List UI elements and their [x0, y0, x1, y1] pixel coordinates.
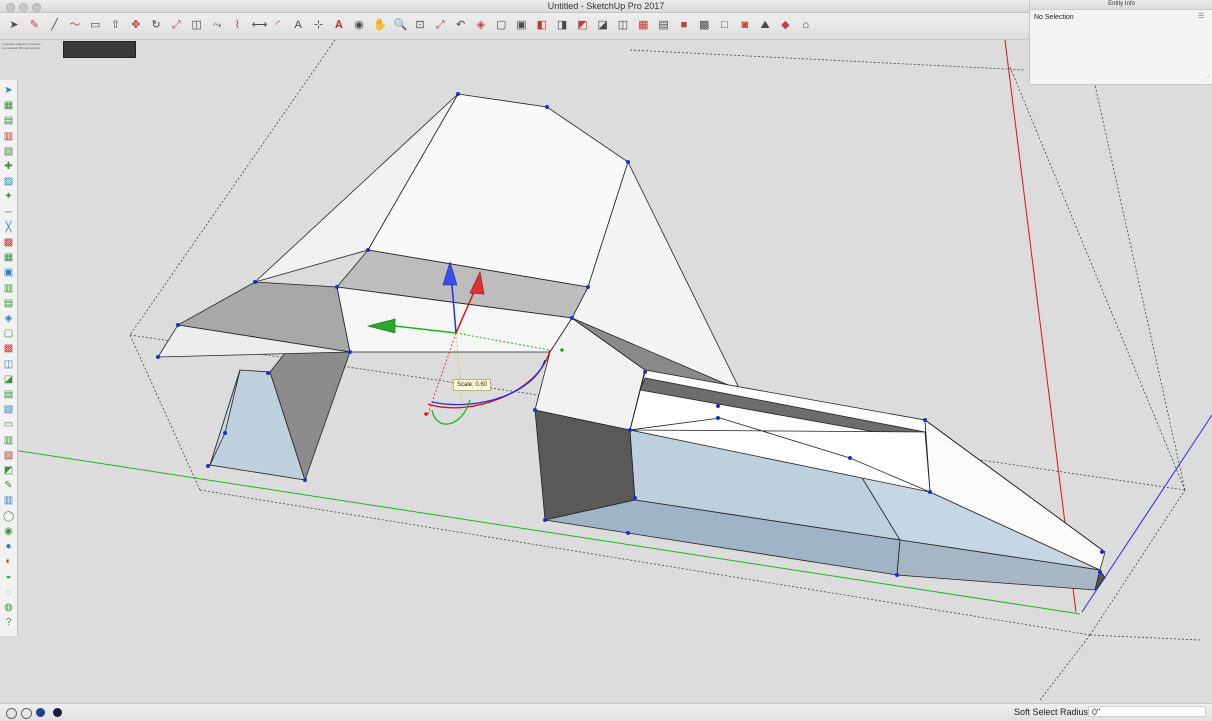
move-icon[interactable]: ✥: [130, 19, 142, 31]
instructor-thumbnail: [63, 41, 136, 58]
sandbox-icon[interactable]: ⛰: [759, 19, 771, 31]
offset-icon[interactable]: ◫: [191, 19, 203, 31]
left-tool-30-icon[interactable]: ◉: [3, 526, 14, 537]
freehand-icon[interactable]: 〜: [69, 19, 81, 31]
left-tool-18-icon[interactable]: ▩: [3, 343, 14, 354]
text-icon[interactable]: A: [292, 19, 304, 31]
monochrome-icon[interactable]: □: [719, 19, 731, 31]
component-icon[interactable]: ⌂: [800, 19, 812, 31]
orbit-icon[interactable]: ◉: [353, 19, 365, 31]
viewport-canvas[interactable]: [0, 0, 1212, 720]
left-tool-10-icon[interactable]: ╳: [3, 222, 14, 233]
rectangle-icon[interactable]: ▭: [89, 19, 101, 31]
entity-info-panel: Entity Info No Selection ☰ ⋰: [1029, 0, 1212, 85]
left-tool-14-icon[interactable]: ▥: [3, 283, 14, 294]
scale-icon[interactable]: ⤢: [170, 19, 182, 31]
left-tool-17-icon[interactable]: ▢: [3, 328, 14, 339]
status-bar: Soft Select Radius 0": [0, 703, 1212, 721]
right-view-icon[interactable]: ◧: [536, 19, 548, 31]
left-tool-32-icon[interactable]: ◐: [3, 556, 14, 567]
geo-location-icon[interactable]: [6, 708, 17, 719]
left-tool-36-icon[interactable]: ?: [3, 617, 14, 628]
pan-icon[interactable]: ✋: [373, 19, 387, 31]
push-pull-icon[interactable]: ⇧: [110, 19, 122, 31]
xray-icon[interactable]: ◪: [597, 19, 609, 31]
left-tool-34-icon[interactable]: ◌: [3, 587, 14, 598]
left-tool-4-icon[interactable]: ▥: [3, 131, 14, 142]
axes-icon[interactable]: ⊹: [313, 19, 325, 31]
left-tool-3-icon[interactable]: ▤: [3, 115, 14, 126]
protractor-icon[interactable]: ◜: [272, 19, 284, 31]
dimension-icon[interactable]: ⟷: [252, 19, 268, 31]
left-tool-9-icon[interactable]: ─: [3, 207, 14, 218]
left-tool-27-icon[interactable]: ✎: [3, 480, 14, 491]
scale-tooltip: Scale: 0.60: [453, 379, 492, 391]
entity-info-title: Entity Info: [1030, 0, 1212, 10]
left-tool-24-icon[interactable]: ▥: [3, 435, 14, 446]
left-tool-11-icon[interactable]: ▩: [3, 237, 14, 248]
left-tool-35-icon[interactable]: ◍: [3, 602, 14, 613]
zoom-window-icon[interactable]: ⊡: [414, 19, 426, 31]
left-tool-7-icon[interactable]: ▨: [3, 176, 14, 187]
left-tool-33-icon[interactable]: ◒: [3, 571, 14, 582]
zoom-extents-icon[interactable]: ⤢: [434, 19, 446, 31]
shaded-icon[interactable]: ■: [678, 19, 690, 31]
paint-icon[interactable]: ✎: [28, 19, 40, 31]
left-toolbar: ➤ ▦ ▤ ▥ ▧ ✚ ▨ ✦ ─ ╳ ▩ ▦ ▣ ▥ ▤ ◈ ▢ ▩ ◫ ◪ ▤ ▧ ▭ ▥ ▨ ◩ ✎ ▥ ◯ ◉ ● ◐ ◒ ◌ ◍?: [0, 80, 18, 636]
left-tool-6-icon[interactable]: ✚: [3, 161, 14, 172]
left-tool-21-icon[interactable]: ▤: [3, 389, 14, 400]
left-tool-15-icon[interactable]: ▤: [3, 298, 14, 309]
left-view-icon[interactable]: ◩: [576, 19, 588, 31]
top-view-icon[interactable]: ▢: [495, 19, 507, 31]
left-tool-22-icon[interactable]: ▧: [3, 404, 14, 415]
left-tool-23-icon[interactable]: ▭: [3, 419, 14, 430]
left-tool-25-icon[interactable]: ▨: [3, 450, 14, 461]
rotate-icon[interactable]: ↻: [150, 19, 162, 31]
extension-icon[interactable]: ◆: [779, 19, 791, 31]
textured-icon[interactable]: ▩: [698, 19, 710, 31]
instructor-toggle-icon[interactable]: [53, 708, 62, 717]
line-icon[interactable]: ╱: [49, 19, 61, 31]
back-edges-icon[interactable]: ◫: [617, 19, 629, 31]
section-plane-icon[interactable]: ◙: [739, 19, 751, 31]
resize-grip-icon[interactable]: ⋰: [1203, 74, 1210, 82]
measurement-input[interactable]: 0": [1088, 706, 1206, 717]
hidden-line-icon[interactable]: ▤: [658, 19, 670, 31]
tape-measure-icon[interactable]: ⌇: [231, 19, 243, 31]
left-tool-20-icon[interactable]: ◪: [3, 374, 14, 385]
left-tool-1-icon[interactable]: ➤: [3, 85, 14, 96]
left-tool-12-icon[interactable]: ▦: [3, 252, 14, 263]
front-view-icon[interactable]: ▣: [516, 19, 528, 31]
left-tool-28-icon[interactable]: ▥: [3, 495, 14, 506]
left-tool-5-icon[interactable]: ▧: [3, 146, 14, 157]
follow-me-icon[interactable]: ⤳: [211, 19, 223, 31]
previous-view-icon[interactable]: ↶: [455, 19, 467, 31]
left-tool-31-icon[interactable]: ●: [3, 541, 14, 552]
left-tool-26-icon[interactable]: ◩: [3, 465, 14, 476]
left-tool-8-icon[interactable]: ✦: [3, 191, 14, 202]
left-tool-13-icon[interactable]: ▣: [3, 267, 14, 278]
left-tool-16-icon[interactable]: ◈: [3, 313, 14, 324]
back-view-icon[interactable]: ◨: [556, 19, 568, 31]
left-tool-19-icon[interactable]: ◫: [3, 359, 14, 370]
wireframe-icon[interactable]: ▦: [637, 19, 649, 31]
left-tool-2-icon[interactable]: ▦: [3, 100, 14, 111]
3d-text-icon[interactable]: 𝐀: [333, 19, 345, 31]
measurement-label: Soft Select Radius: [1014, 707, 1089, 717]
panel-menu-icon[interactable]: ☰: [1198, 13, 1205, 20]
zoom-icon[interactable]: 🔍: [394, 19, 408, 31]
select-icon[interactable]: ➤: [8, 19, 20, 31]
iso-view-icon[interactable]: ◈: [475, 19, 487, 31]
selection-hint: 3 vertices selected 2 vertices not selec…: [2, 42, 41, 50]
credits-icon[interactable]: [21, 708, 32, 719]
left-tool-29-icon[interactable]: ◯: [3, 511, 14, 522]
user-account-icon[interactable]: [36, 708, 45, 717]
selection-status: No Selection: [1034, 14, 1074, 21]
